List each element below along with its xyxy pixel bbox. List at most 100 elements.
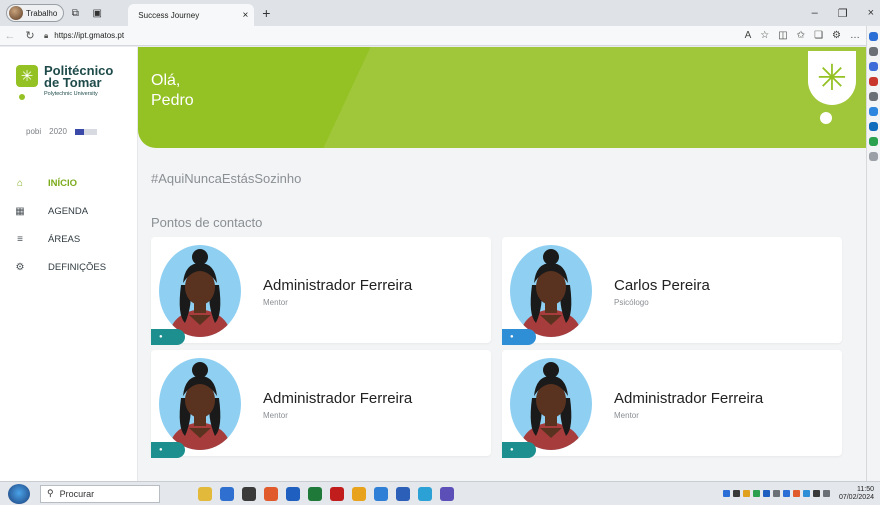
store-icon[interactable] [286, 486, 300, 501]
system-tray: 11:50 07/02/2024 [722, 486, 880, 502]
clock[interactable]: 11:50 07/02/2024 [839, 486, 874, 502]
netflix-icon[interactable] [330, 486, 344, 501]
address-bar: ← ↻ 🔒︎ https://ipt.gmatos.pt A ☆ ◫ ✩ ❏ ⚙… [0, 26, 866, 46]
file-explorer-icon[interactable] [198, 486, 212, 501]
contact-action-button[interactable]: ● [151, 329, 185, 345]
sidebar-item-agenda[interactable]: ▦ AGENDA [0, 197, 138, 225]
tab-actions-icon[interactable]: ▣ [86, 4, 108, 22]
tray-app-icon[interactable] [732, 490, 740, 497]
sidebar-item-label: ÁREAS [48, 233, 81, 245]
start-button-icon[interactable] [8, 483, 30, 504]
dot-icon: ● [159, 334, 163, 340]
wifi-icon[interactable] [812, 490, 820, 497]
url-field[interactable]: 🔒︎ https://ipt.gmatos.pt [44, 31, 124, 41]
games-icon[interactable] [869, 92, 878, 101]
avatar [510, 358, 592, 450]
outlook-icon[interactable] [374, 486, 388, 501]
sidebar-item-definicoes[interactable]: ⚙ DEFINIÇÕES [0, 253, 138, 281]
avatar [159, 245, 241, 337]
person-app-icon[interactable] [220, 486, 234, 501]
contact-card[interactable]: Administrador Ferreira Mentor ● [151, 237, 491, 345]
logo-line-3: Polytechnic University [44, 91, 98, 97]
clock-date: 07/02/2024 [838, 493, 874, 501]
office-icon[interactable] [869, 107, 878, 116]
gear-icon: ⚙ [15, 261, 25, 273]
lock-icon[interactable]: 🔒︎ [44, 31, 48, 41]
excel-icon[interactable] [308, 486, 322, 501]
logo-line-2: de Tomar [44, 75, 102, 90]
sidebar-item-areas[interactable]: ≡ ÁREAS [0, 225, 138, 253]
contact-action-button[interactable]: ● [151, 442, 185, 458]
media-app-icon[interactable] [264, 486, 278, 501]
brand-badge-icon: ✳ [808, 51, 856, 105]
edge-icon[interactable] [418, 486, 432, 501]
copilot-icon[interactable] [869, 32, 878, 41]
favorites-icon[interactable]: ✩ [797, 30, 805, 41]
main-content: Olá, Pedro ✳ #AquiNuncaEstásSozinho Pont… [138, 47, 866, 481]
tray-app-icon[interactable] [772, 490, 780, 497]
badge-dot [820, 112, 832, 124]
contact-role: Mentor [614, 411, 639, 420]
taskview-icon[interactable] [242, 486, 256, 501]
contact-role: Psicólogo [614, 298, 649, 307]
sidebar-item-inicio[interactable]: ⌂ INÍCIO [0, 169, 138, 197]
tray-app-icon[interactable] [742, 490, 750, 497]
partner-2020: 2020 [49, 127, 67, 136]
logo-dot [19, 94, 25, 100]
contact-card[interactable]: Carlos Pereira Psicólogo ● [502, 237, 842, 345]
teams-icon[interactable] [440, 486, 454, 501]
volume-icon[interactable] [822, 490, 830, 497]
sidebar-menu: ⌂ INÍCIO ▦ AGENDA ≡ ÁREAS ⚙ DEFINIÇÕES [0, 169, 138, 281]
add-sidebar-app-icon[interactable] [869, 152, 878, 161]
drop-icon[interactable] [869, 137, 878, 146]
os-taskbar: ⚲ Procurar 11:50 07/02/2024 [0, 481, 880, 505]
new-tab-icon[interactable]: + [262, 5, 270, 21]
word-icon[interactable] [396, 486, 410, 501]
contact-action-button[interactable]: ● [502, 329, 536, 345]
back-icon[interactable]: ← [0, 30, 20, 42]
logo-text: Politécnico de Tomar Polytechnic Univers… [44, 64, 113, 97]
browser-tab[interactable]: Success Journey × [128, 4, 255, 26]
more-options-icon[interactable]: … [850, 30, 860, 41]
contact-action-button[interactable]: ● [502, 442, 536, 458]
search-icon[interactable] [869, 47, 878, 56]
logo-mark-icon: ✳ [16, 65, 38, 87]
tray-app-icon[interactable] [762, 490, 770, 497]
taskbar-search[interactable]: ⚲ Procurar [40, 484, 160, 503]
tools-icon[interactable] [869, 62, 878, 71]
chrome-icon[interactable] [352, 486, 366, 501]
restore-icon[interactable]: ❐ [838, 7, 848, 20]
minimize-icon[interactable]: – [812, 7, 818, 20]
logo[interactable]: ✳ Politécnico de Tomar Polytechnic Unive… [16, 64, 113, 100]
close-window-icon[interactable]: × [868, 7, 874, 20]
tray-app-icon[interactable] [802, 490, 810, 497]
extensions-icon[interactable]: ⚙ [832, 30, 841, 41]
contact-card[interactable]: Administrador Ferreira Mentor ● [502, 350, 842, 458]
shopping-icon[interactable] [869, 77, 878, 86]
tray-app-icon[interactable] [752, 490, 760, 497]
home-icon: ⌂ [16, 177, 24, 189]
tray-app-icon[interactable] [792, 490, 800, 497]
contacts-section-title: Pontos de contacto [151, 215, 263, 230]
app-sidebar: ✳ Politécnico de Tomar Polytechnic Unive… [0, 47, 138, 481]
read-aloud-icon[interactable]: A [745, 30, 752, 41]
outlook-icon[interactable] [869, 122, 878, 131]
sidebar-item-label: AGENDA [48, 205, 89, 217]
split-screen-icon[interactable]: ◫ [778, 30, 787, 41]
partner-logos: pobi 2020 [26, 127, 97, 136]
profile-button[interactable]: Trabalho [6, 4, 65, 22]
url-text: https://ipt.gmatos.pt [54, 31, 125, 40]
greeting: Olá, Pedro [151, 71, 194, 111]
contact-card[interactable]: Administrador Ferreira Mentor ● [151, 350, 491, 458]
refresh-icon[interactable]: ↻ [20, 29, 40, 42]
favorite-star-icon[interactable]: ☆ [760, 30, 769, 41]
search-icon: ⚲ [47, 488, 54, 498]
eu-flag-icon [74, 128, 97, 135]
tray-app-icon[interactable] [782, 490, 790, 497]
close-tab-icon[interactable]: × [242, 10, 248, 21]
dot-icon: ● [510, 447, 514, 453]
tray-app-icon[interactable] [722, 490, 730, 497]
profile-label: Trabalho [26, 8, 58, 18]
collections-icon[interactable]: ❏ [814, 30, 823, 41]
workspaces-icon[interactable]: ⧉ [64, 4, 86, 22]
